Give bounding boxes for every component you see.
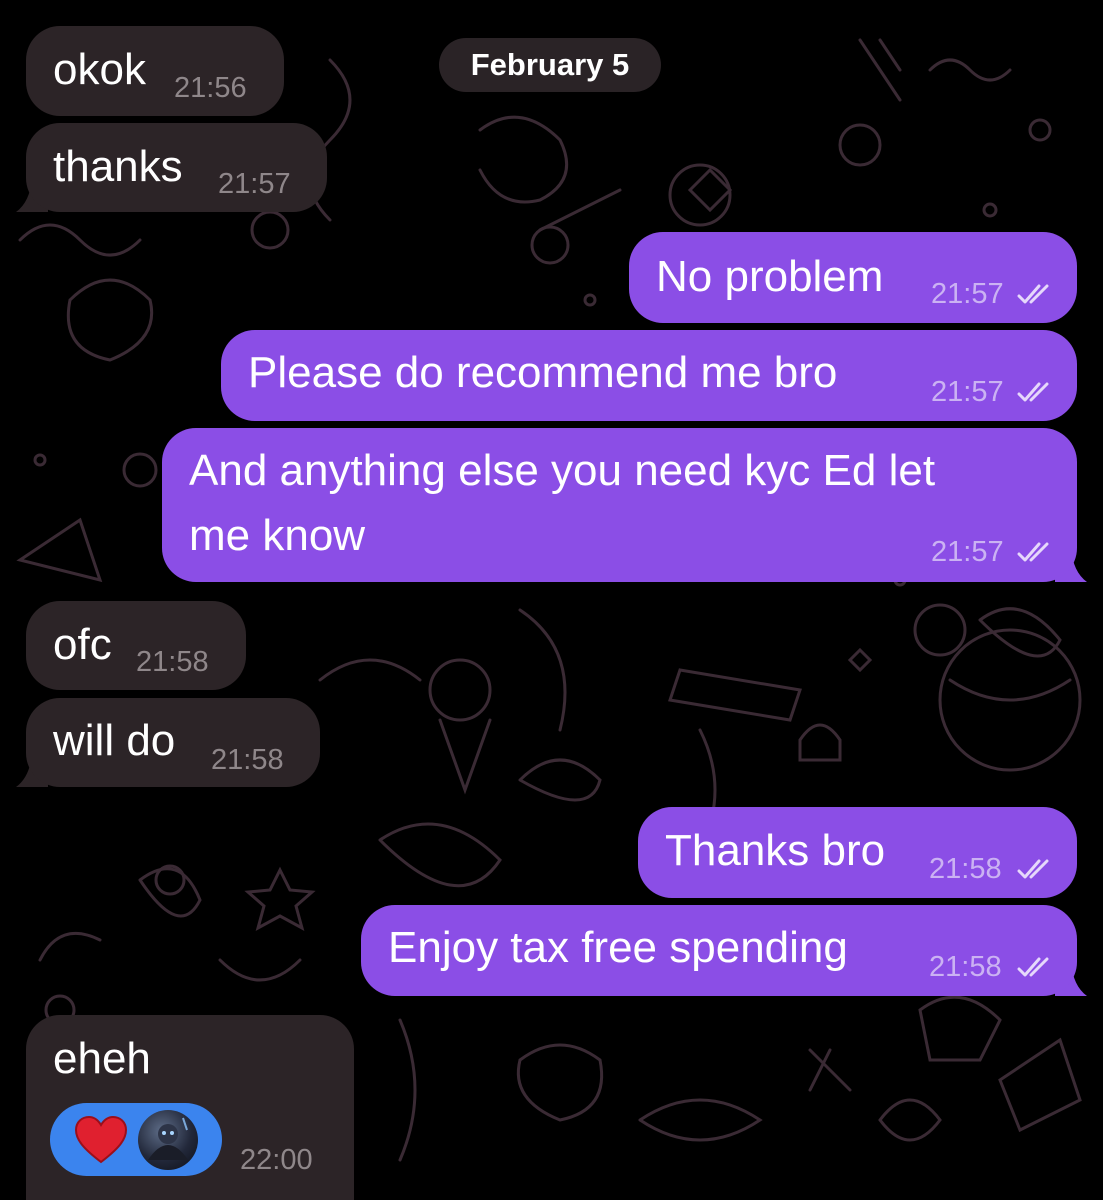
message-text: ofc bbox=[53, 620, 112, 669]
message-text: thanks bbox=[53, 142, 183, 191]
incoming-message[interactable]: okok 21:56 bbox=[26, 26, 284, 116]
incoming-message[interactable]: ofc 21:58 bbox=[26, 601, 246, 690]
message-text: Thanks bro bbox=[665, 826, 886, 875]
message-time: 21:57 bbox=[218, 168, 291, 200]
message-time: 21:57 bbox=[931, 278, 1004, 310]
outgoing-message[interactable]: Please do recommend me bro 21:57 bbox=[221, 330, 1077, 421]
read-receipt-icon bbox=[1017, 957, 1049, 977]
message-time: 21:57 bbox=[931, 376, 1004, 408]
message-time: 21:58 bbox=[136, 646, 209, 678]
message-text: okok bbox=[53, 45, 146, 94]
red-heart-icon bbox=[74, 1115, 128, 1164]
message-text: will do bbox=[53, 716, 176, 765]
read-receipt-icon bbox=[1017, 284, 1049, 304]
outgoing-message[interactable]: No problem 21:57 bbox=[629, 232, 1077, 323]
outgoing-message[interactable]: And anything else you need kyc Ed let me… bbox=[162, 428, 1077, 582]
message-time: 21:58 bbox=[211, 744, 284, 776]
message-text: eheh bbox=[53, 1034, 151, 1083]
reactor-avatar[interactable] bbox=[138, 1110, 198, 1170]
incoming-message[interactable]: will do 21:58 bbox=[26, 698, 320, 787]
outgoing-message[interactable]: Thanks bro 21:58 bbox=[638, 807, 1077, 898]
message-text: Please do recommend me bro bbox=[248, 348, 838, 397]
message-text-line-2: me know bbox=[189, 511, 366, 560]
incoming-message[interactable]: thanks 21:57 bbox=[26, 123, 327, 212]
message-time: 21:57 bbox=[931, 536, 1004, 568]
message-time: 21:56 bbox=[174, 72, 247, 104]
avatar-image bbox=[148, 1117, 188, 1160]
message-time: 21:58 bbox=[929, 853, 1002, 885]
read-receipt-icon bbox=[1017, 382, 1049, 402]
message-text: Enjoy tax free spending bbox=[388, 923, 848, 972]
message-text-line-1: And anything else you need kyc Ed let bbox=[189, 446, 936, 495]
outgoing-message[interactable]: Enjoy tax free spending 21:58 bbox=[361, 905, 1077, 996]
read-receipt-icon bbox=[1017, 542, 1049, 562]
message-time: 22:00 bbox=[240, 1144, 313, 1176]
read-receipt-icon bbox=[1017, 859, 1049, 879]
message-text: No problem bbox=[656, 252, 884, 301]
message-time: 21:58 bbox=[929, 951, 1002, 983]
date-separator: February 5 bbox=[439, 38, 661, 92]
